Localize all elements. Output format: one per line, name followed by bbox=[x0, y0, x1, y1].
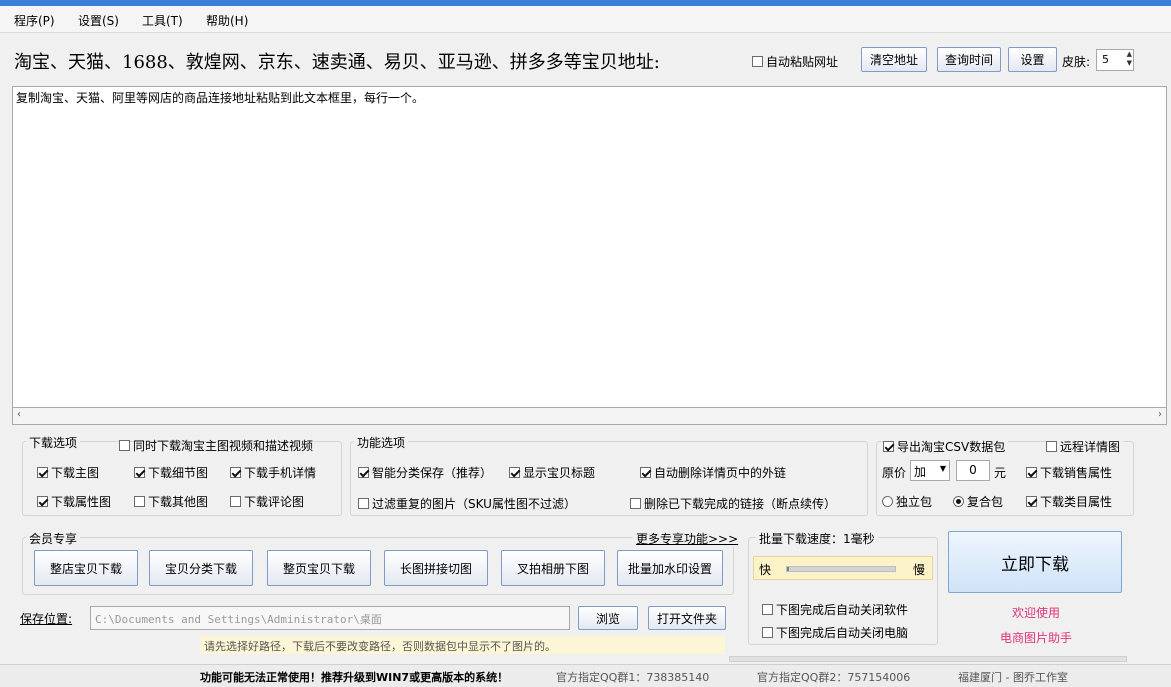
textarea-horizontal-scrollbar[interactable]: ‹ › bbox=[12, 408, 1167, 425]
scroll-left-icon[interactable]: ‹ bbox=[17, 409, 21, 420]
export-csv-checkbox[interactable] bbox=[883, 441, 894, 452]
download-now-button[interactable]: 立即下载 bbox=[948, 531, 1122, 593]
download-options-title: 下载选项 bbox=[26, 434, 81, 451]
standalone-option[interactable]: 独立包 bbox=[882, 493, 932, 510]
studio-credit: 福建厦门 - 图乔工作室 bbox=[958, 671, 1068, 684]
category-attr-checkbox[interactable] bbox=[1026, 496, 1037, 507]
mobile-detail-checkbox[interactable] bbox=[230, 467, 241, 478]
menu-bar: 程序(P) 设置(S) 工具(T) 帮助(H) bbox=[0, 6, 1171, 33]
menu-settings[interactable]: 设置(S) bbox=[78, 12, 119, 29]
skin-value: 5 bbox=[1102, 53, 1109, 66]
menu-tools[interactable]: 工具(T) bbox=[142, 12, 183, 29]
system-warning: 功能可能无法正常使用！推荐升级到WIN7或更高版本的系统！ bbox=[200, 671, 509, 684]
price-value-input[interactable]: 0 bbox=[956, 460, 990, 481]
video-checkbox[interactable] bbox=[119, 440, 130, 451]
detail-image-option[interactable]: 下载细节图 bbox=[134, 464, 208, 481]
auto-close-software-checkbox[interactable] bbox=[762, 604, 773, 615]
url-input-label: 淘宝、天猫、1688、敦煌网、京东、速卖通、易贝、亚马逊、拼多多等宝贝地址: bbox=[14, 52, 660, 73]
auto-close-software-option[interactable]: 下图完成后自动关闭软件 bbox=[762, 601, 908, 618]
smart-save-option[interactable]: 智能分类保存（推荐） bbox=[358, 464, 492, 481]
detail-image-checkbox[interactable] bbox=[134, 467, 145, 478]
status-bar: 功能可能无法正常使用！推荐升级到WIN7或更高版本的系统！ 官方指定QQ群1：7… bbox=[0, 664, 1171, 687]
main-image-checkbox[interactable] bbox=[37, 467, 48, 478]
function-options-title: 功能选项 bbox=[354, 434, 409, 451]
skin-spinner[interactable]: 5 ▲ ▼ bbox=[1096, 49, 1134, 71]
chevron-down-icon: ▼ bbox=[939, 464, 946, 473]
show-title-checkbox[interactable] bbox=[509, 467, 520, 478]
attr-image-option[interactable]: 下载属性图 bbox=[37, 493, 111, 510]
auto-paste-checkbox[interactable] bbox=[752, 56, 763, 67]
app-name-text: 电商图片助手 bbox=[1000, 631, 1073, 645]
filter-duplicate-checkbox[interactable] bbox=[358, 498, 369, 509]
textarea-content: 复制淘宝、天猫、阿里等网店的商品连接地址粘贴到此文本框里，每行一个。 bbox=[16, 91, 425, 105]
open-folder-button[interactable]: 打开文件夹 bbox=[648, 606, 726, 630]
clear-url-button[interactable]: 清空地址 bbox=[861, 47, 927, 72]
qq-group-1: 官方指定QQ群1：738385140 bbox=[556, 671, 710, 684]
menu-program[interactable]: 程序(P) bbox=[14, 12, 55, 29]
review-image-checkbox[interactable] bbox=[230, 496, 241, 507]
auto-shutdown-checkbox[interactable] bbox=[762, 627, 773, 638]
smart-save-checkbox[interactable] bbox=[358, 467, 369, 478]
member-title: 会员专享 bbox=[26, 530, 81, 547]
more-features-link[interactable]: 更多专享功能>>> bbox=[633, 530, 742, 547]
delete-done-links-option[interactable]: 删除已下载完成的链接（断点续传） bbox=[630, 495, 836, 512]
auto-shutdown-option[interactable]: 下图完成后自动关闭电脑 bbox=[762, 624, 908, 641]
mobile-detail-option[interactable]: 下载手机详情 bbox=[230, 464, 316, 481]
main-image-option[interactable]: 下载主图 bbox=[37, 464, 99, 481]
other-image-option[interactable]: 下载其他图 bbox=[134, 493, 208, 510]
composite-option[interactable]: 复合包 bbox=[953, 493, 1003, 510]
slow-label: 慢 bbox=[913, 563, 926, 577]
review-image-option[interactable]: 下载评论图 bbox=[230, 493, 304, 510]
scroll-right-icon[interactable]: › bbox=[1158, 409, 1162, 420]
delete-done-links-checkbox[interactable] bbox=[630, 498, 641, 509]
speed-title: 批量下载速度：1毫秒 bbox=[756, 530, 878, 547]
url-textarea[interactable]: 复制淘宝、天猫、阿里等网店的商品连接地址粘贴到此文本框里，每行一个。 bbox=[12, 86, 1167, 408]
standalone-radio[interactable] bbox=[882, 496, 893, 507]
watermark-settings-button[interactable]: 批量加水印设置 bbox=[617, 550, 723, 586]
price-unit: 元 bbox=[994, 466, 1007, 480]
attr-image-checkbox[interactable] bbox=[37, 496, 48, 507]
video-option[interactable]: 同时下载淘宝主图视频和描述视频 bbox=[119, 437, 313, 454]
menu-help[interactable]: 帮助(H) bbox=[206, 12, 248, 29]
remote-detail-checkbox[interactable] bbox=[1046, 441, 1057, 452]
shop-download-button[interactable]: 整店宝贝下载 bbox=[34, 550, 138, 586]
price-op-select[interactable]: 加 ▼ bbox=[910, 460, 950, 481]
save-path-input[interactable]: C:\Documents and Settings\Administrator\… bbox=[90, 606, 570, 630]
category-attr-option[interactable]: 下载类目属性 bbox=[1026, 493, 1112, 510]
skin-label: 皮肤: bbox=[1062, 55, 1091, 69]
category-download-button[interactable]: 宝贝分类下载 bbox=[149, 550, 253, 586]
auto-paste-option[interactable]: 自动粘贴网址 bbox=[752, 53, 838, 70]
speed-slider-fill bbox=[787, 567, 790, 571]
album-download-button[interactable]: 叉拍相册下图 bbox=[501, 550, 605, 586]
progress-bar bbox=[729, 656, 1127, 662]
qq-group-2: 官方指定QQ群2：757154006 bbox=[757, 671, 911, 684]
fast-label: 快 bbox=[759, 563, 772, 577]
settings-button[interactable]: 设置 bbox=[1008, 47, 1057, 72]
long-image-button[interactable]: 长图拼接切图 bbox=[384, 550, 488, 586]
auto-remove-links-option[interactable]: 自动删除详情页中的外链 bbox=[640, 464, 786, 481]
composite-radio[interactable] bbox=[953, 496, 964, 507]
price-label: 原价 bbox=[882, 466, 907, 480]
sales-attr-option[interactable]: 下载销售属性 bbox=[1026, 464, 1112, 481]
page-download-button[interactable]: 整页宝贝下载 bbox=[267, 550, 371, 586]
spinner-arrows-icon[interactable]: ▲ ▼ bbox=[1127, 50, 1132, 68]
remote-detail-option[interactable]: 远程详情图 bbox=[1046, 438, 1124, 455]
save-location-label: 保存位置: bbox=[20, 612, 73, 626]
browse-button[interactable]: 浏览 bbox=[578, 606, 638, 630]
welcome-text: 欢迎使用 bbox=[1012, 606, 1061, 620]
path-hint: 请先选择好路径，下载后不要改变路径，否则数据包中显示不了图片的。 bbox=[200, 636, 725, 654]
sales-attr-checkbox[interactable] bbox=[1026, 467, 1037, 478]
other-image-checkbox[interactable] bbox=[134, 496, 145, 507]
query-time-button[interactable]: 查询时间 bbox=[937, 47, 1001, 72]
speed-slider-track[interactable] bbox=[786, 566, 896, 572]
export-csv-option[interactable]: 导出淘宝CSV数据包 bbox=[883, 438, 1009, 455]
auto-remove-links-checkbox[interactable] bbox=[640, 467, 651, 478]
filter-duplicate-option[interactable]: 过滤重复的图片（SKU属性图不过滤） bbox=[358, 495, 576, 512]
show-title-option[interactable]: 显示宝贝标题 bbox=[509, 464, 595, 481]
